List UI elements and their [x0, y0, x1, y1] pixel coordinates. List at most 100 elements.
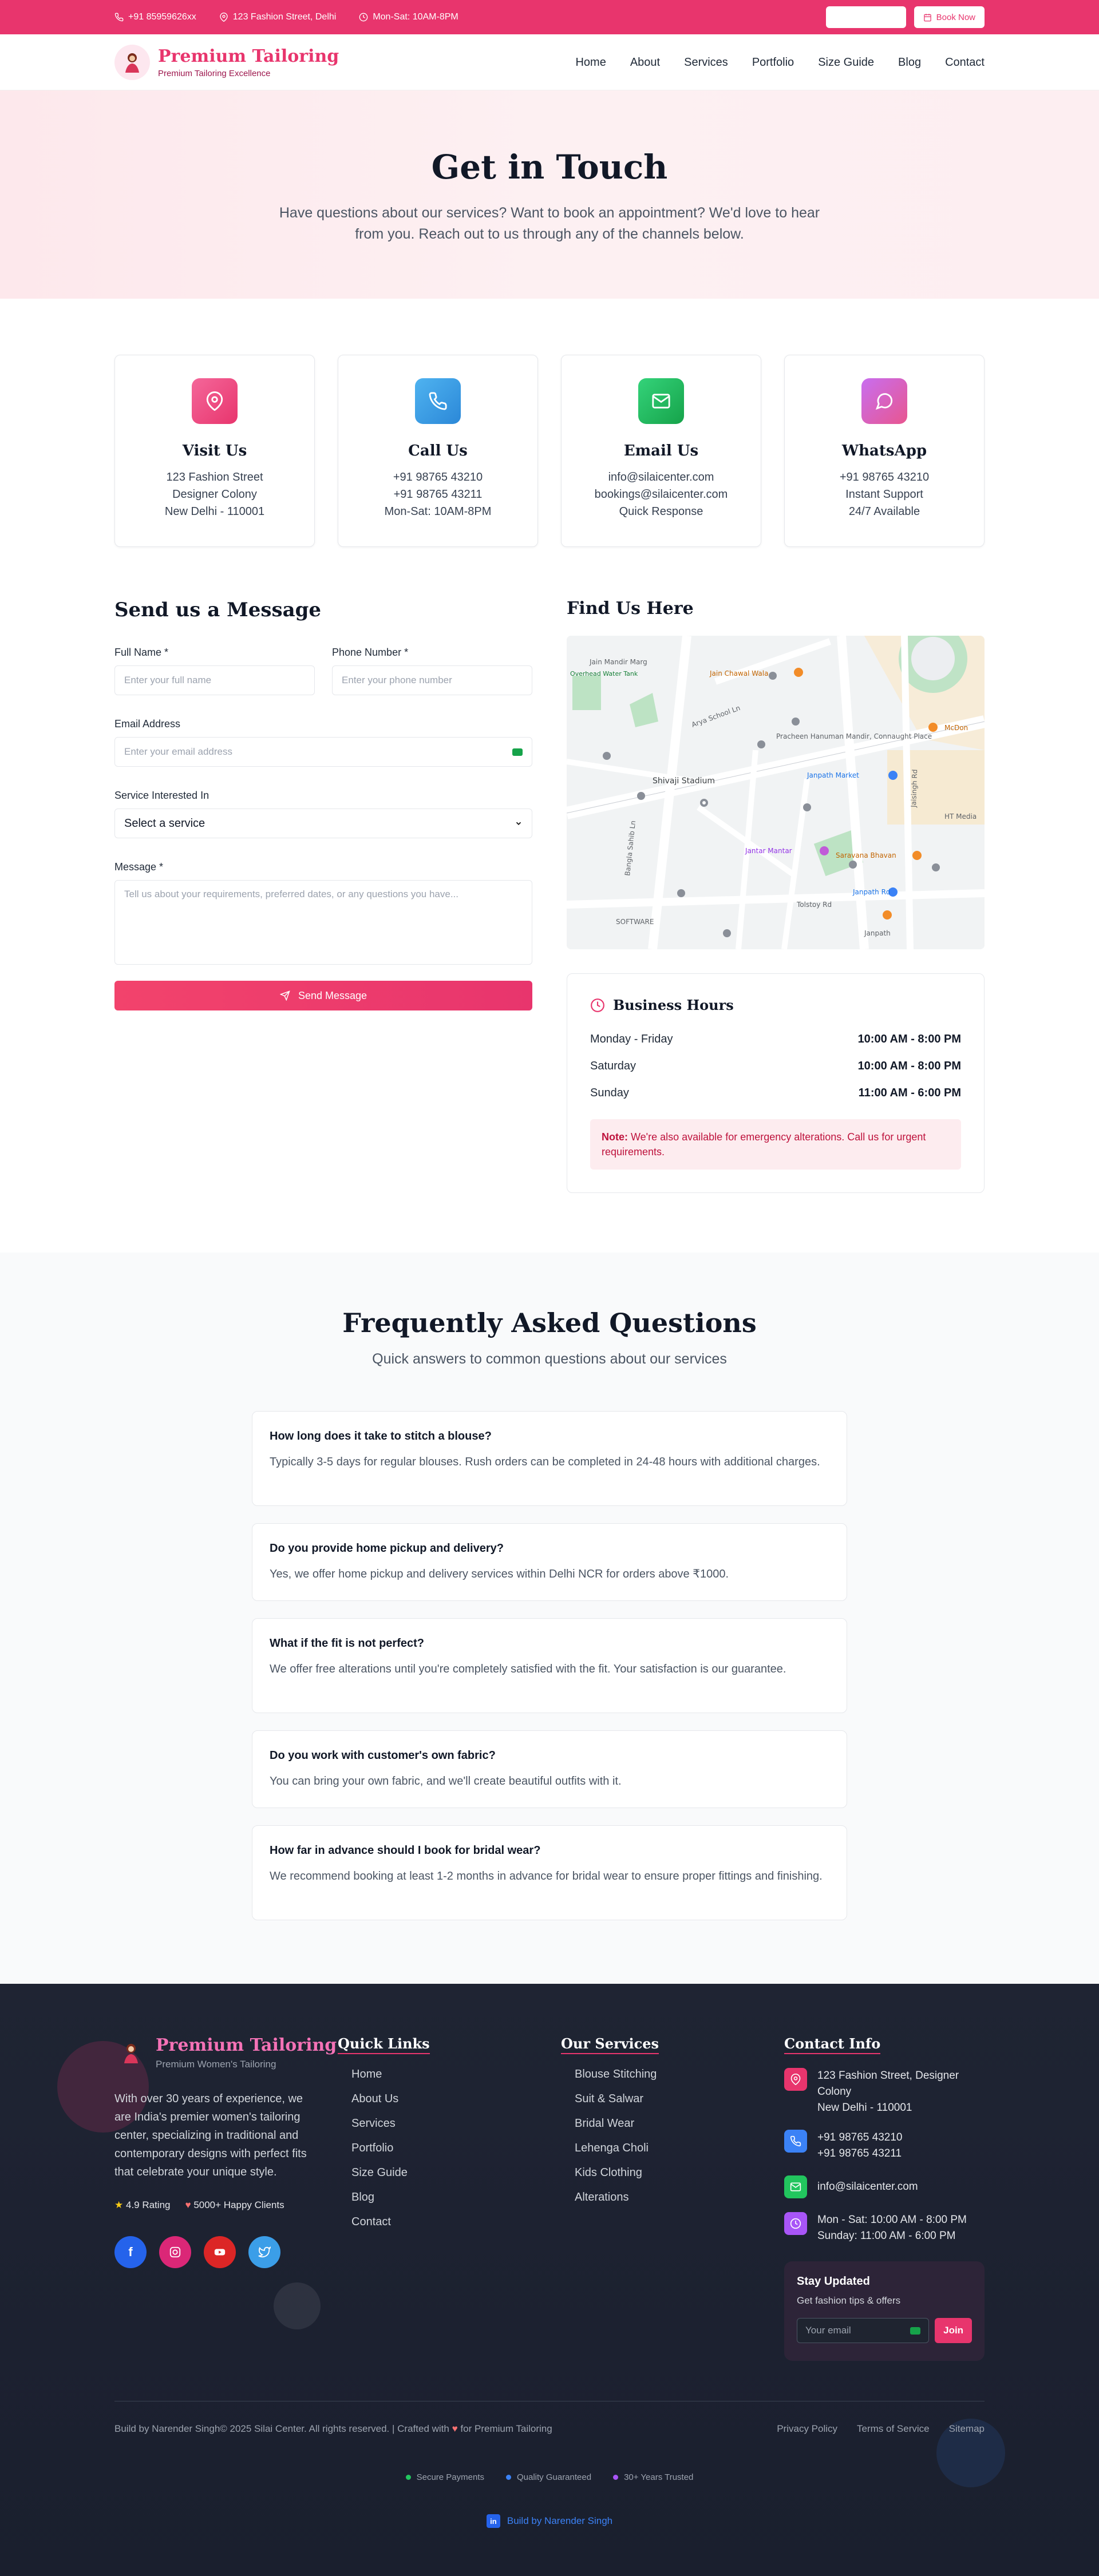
note-text: We're also available for emergency alter… [602, 1131, 926, 1158]
map[interactable]: Jain Mandir Marg Overhead Water Tank Jai… [567, 636, 985, 949]
clock-icon [359, 13, 368, 22]
service-label: Service Interested In [114, 790, 209, 801]
hero-subtitle: Have questions about our services? Want … [279, 205, 820, 242]
footer-link[interactable]: Contact [351, 2216, 561, 2229]
footer-phone[interactable]: +91 98765 43211 [817, 2146, 902, 2162]
faq-item[interactable]: How far in advance should I book for bri… [252, 1825, 847, 1920]
topbar-phone[interactable]: +91 85959626xx [114, 12, 196, 22]
faq-item[interactable]: Do you provide home pickup and delivery?… [252, 1523, 847, 1601]
footer-service-link[interactable]: Bridal Wear [575, 2117, 784, 2130]
map-label: Jantar Mantar [745, 847, 792, 855]
footer-link[interactable]: Blog [351, 2191, 561, 2204]
rating-text: 4.9 Rating [125, 2199, 171, 2210]
newsletter-email-input[interactable]: Your email [797, 2318, 930, 2343]
sitemap-link[interactable]: Sitemap [949, 2423, 985, 2435]
topbar-blank-button[interactable] [825, 6, 906, 28]
footer-link[interactable]: Size Guide [351, 2166, 561, 2179]
facebook-icon[interactable]: f [114, 2236, 147, 2268]
name-input[interactable]: Enter your full name [114, 665, 315, 695]
services-title: Our Services [561, 2035, 659, 2054]
card-title: Call Us [408, 442, 468, 459]
faq-answer: Typically 3-5 days for regular blouses. … [270, 1456, 820, 1468]
footer-service-link[interactable]: Suit & Salwar [575, 2092, 784, 2106]
footer-link[interactable]: Home [351, 2068, 561, 2081]
footer: Premium Tailoring Premium Women's Tailor… [0, 1984, 1099, 2576]
message-textarea[interactable]: Tell us about your requirements, preferr… [114, 880, 532, 965]
footer-link[interactable]: Portfolio [351, 2142, 561, 2155]
hours-note: Note: We're also available for emergency… [590, 1119, 961, 1170]
footer-service-link[interactable]: Alterations [575, 2191, 784, 2204]
contact-form: Send us a Message Full Name * Enter your… [114, 599, 532, 1193]
crafted-for-text: for Premium Tailoring [460, 2423, 552, 2434]
map-label: Jain Chawal Wala [709, 669, 768, 677]
topbar-address-text: 123 Fashion Street, Delhi [232, 12, 337, 22]
faq-question: How far in advance should I book for bri… [270, 1844, 541, 1857]
nav-home[interactable]: Home [575, 56, 606, 69]
service-value: Select a service [124, 817, 205, 830]
youtube-icon[interactable] [204, 2236, 236, 2268]
footer-email[interactable]: info@silaicenter.com [817, 2179, 918, 2195]
footer-hours: Sunday: 11:00 AM - 6:00 PM [817, 2230, 956, 2242]
terms-link[interactable]: Terms of Service [857, 2423, 930, 2435]
location-column: Find Us Here Jain Mandir Marg Overhead W… [567, 599, 985, 1193]
faq-item[interactable]: What if the fit is not perfect? We offer… [252, 1618, 847, 1713]
map-label: Tolstoy Rd [796, 901, 832, 909]
trust-badge: Secure Payments [405, 2472, 484, 2482]
footer-service-link[interactable]: Blouse Stitching [575, 2068, 784, 2081]
developer-credit[interactable]: in Build by Narender Singh [114, 2514, 985, 2528]
nav-about[interactable]: About [630, 56, 660, 69]
footer-phone[interactable]: +91 98765 43210 [817, 2130, 902, 2146]
brand[interactable]: Premium Tailoring Premium Tailoring Exce… [114, 45, 339, 80]
phone-input[interactable]: Enter your phone number [332, 665, 532, 695]
twitter-icon[interactable] [248, 2236, 280, 2268]
email-input[interactable]: Enter your email address [114, 737, 532, 767]
card-visit[interactable]: Visit Us 123 Fashion Street Designer Col… [114, 355, 315, 547]
topbar-address: 123 Fashion Street, Delhi [219, 12, 337, 22]
phone-placeholder: Enter your phone number [342, 675, 452, 685]
linkedin-icon: in [486, 2514, 500, 2528]
map-label: Shivaji Stadium [653, 776, 715, 786]
credit-text: Build by Narender Singh [507, 2515, 613, 2526]
card-call[interactable]: Call Us +91 98765 43210 +91 98765 43211 … [338, 355, 538, 547]
send-message-button[interactable]: Send Message [114, 981, 532, 1010]
nav-contact[interactable]: Contact [945, 56, 985, 69]
badge-label: Quality Guaranteed [516, 2472, 592, 2482]
nav-size-guide[interactable]: Size Guide [818, 56, 874, 69]
footer-service-link[interactable]: Lehenga Choli [575, 2142, 784, 2155]
card-line: 123 Fashion Street [166, 471, 263, 484]
nav-portfolio[interactable]: Portfolio [752, 56, 794, 69]
instagram-icon[interactable] [159, 2236, 191, 2268]
chevron-down-icon [516, 822, 521, 825]
card-whatsapp[interactable]: WhatsApp +91 98765 43210 Instant Support… [784, 355, 985, 547]
faq-item[interactable]: Do you work with customer's own fabric? … [252, 1730, 847, 1808]
map-label: Overhead Water Tank [570, 670, 638, 677]
hours-time: 10:00 AM - 8:00 PM [857, 1033, 961, 1045]
faq-item[interactable]: How long does it take to stitch a blouse… [252, 1411, 847, 1506]
footer-service-link[interactable]: Kids Clothing [575, 2166, 784, 2179]
book-now-button[interactable]: Book Now [914, 6, 985, 28]
trust-badge: 30+ Years Trusted [613, 2472, 693, 2482]
hours-day: Monday - Friday [590, 1033, 673, 1045]
card-title: Visit Us [182, 442, 247, 459]
email-placeholder: Enter your email address [124, 746, 232, 757]
autofill-icon[interactable] [512, 748, 523, 756]
footer-link[interactable]: Services [351, 2117, 561, 2130]
map-label: Janpath Rd [852, 888, 891, 896]
privacy-link[interactable]: Privacy Policy [777, 2423, 837, 2435]
faq-question: Do you work with customer's own fabric? [270, 1749, 496, 1762]
map-label: Pracheen Hanuman Mandir, Connaught Place [776, 732, 932, 740]
service-select[interactable]: Select a service [114, 809, 532, 838]
autofill-icon[interactable] [910, 2327, 921, 2335]
card-title: Email Us [623, 442, 699, 459]
footer-contact: Contact Info 123 Fashion Street, Designe… [784, 2035, 985, 2361]
map-canvas: Jain Mandir Marg Overhead Water Tank Jai… [567, 636, 985, 949]
nav-blog[interactable]: Blog [898, 56, 921, 69]
nav-services[interactable]: Services [684, 56, 728, 69]
hours-day: Sunday [590, 1087, 629, 1099]
hours-time: 10:00 AM - 8:00 PM [857, 1060, 961, 1072]
card-email[interactable]: Email Us info@silaicenter.com bookings@s… [561, 355, 761, 547]
newsletter-placeholder: Your email [805, 2325, 851, 2336]
faq-question: How long does it take to stitch a blouse… [270, 1430, 492, 1442]
footer-link[interactable]: About Us [351, 2092, 561, 2106]
join-button[interactable]: Join [935, 2318, 972, 2343]
